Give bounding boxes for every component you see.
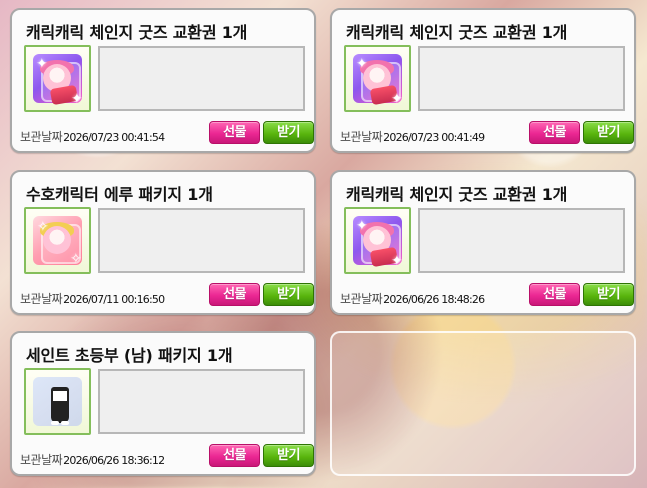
item-thumbnail[interactable]: ✦ ✦ bbox=[344, 45, 411, 112]
card-title: 수호캐릭터 에루 패키지 1개 bbox=[26, 185, 213, 204]
school-uniform-package-icon bbox=[33, 377, 82, 426]
item-description-box bbox=[98, 369, 305, 434]
stored-date-value: 2026/07/23 00:41:49 bbox=[383, 131, 485, 144]
receive-button[interactable]: 받기 bbox=[263, 121, 314, 144]
card-title: 세인트 초등부 (남) 패키지 1개 bbox=[26, 346, 233, 365]
receive-button[interactable]: 받기 bbox=[263, 444, 314, 467]
gift-button[interactable]: 선물 bbox=[209, 283, 260, 306]
stored-date: 보관날짜2026/06/26 18:48:26 bbox=[340, 288, 485, 307]
card-title: 캐릭캐릭 체인지 굿즈 교환권 1개 bbox=[26, 23, 248, 42]
receive-button[interactable]: 받기 bbox=[583, 283, 634, 306]
character-card-icon: ✦ ✦ bbox=[353, 216, 403, 268]
stored-date: 보관날짜2026/06/26 18:36:12 bbox=[20, 449, 165, 468]
receive-button[interactable]: 받기 bbox=[583, 121, 634, 144]
item-thumbnail[interactable]: ✦ ✦ bbox=[344, 207, 411, 274]
inventory-card-4: 캐릭캐릭 체인지 굿즈 교환권 1개 ✦ ✦ 보관날짜2026/06/26 18… bbox=[330, 170, 636, 315]
stored-date-label: 보관날짜 bbox=[340, 130, 383, 144]
gift-button[interactable]: 선물 bbox=[529, 283, 580, 306]
stored-date-label: 보관날짜 bbox=[20, 453, 63, 467]
character-card-icon: ✦ ✦ bbox=[353, 54, 403, 106]
item-description-box bbox=[418, 208, 625, 273]
inventory-card-5: 세인트 초등부 (남) 패키지 1개 보관날짜2026/06/26 18:36:… bbox=[10, 331, 316, 476]
stored-date-value: 2026/07/23 00:41:54 bbox=[63, 131, 165, 144]
stored-date-value: 2026/06/26 18:48:26 bbox=[383, 293, 485, 306]
stored-date-value: 2026/06/26 18:36:12 bbox=[63, 454, 165, 467]
gift-button[interactable]: 선물 bbox=[209, 444, 260, 467]
stored-date: 보관날짜2026/07/23 00:41:49 bbox=[340, 126, 485, 145]
stored-date-label: 보관날짜 bbox=[340, 292, 383, 306]
stored-date-label: 보관날짜 bbox=[20, 130, 63, 144]
inventory-card-2: 캐릭캐릭 체인지 굿즈 교환권 1개 ✦ ✦ 보관날짜2026/07/23 00… bbox=[330, 8, 636, 153]
receive-button[interactable]: 받기 bbox=[263, 283, 314, 306]
item-thumbnail[interactable] bbox=[24, 368, 91, 435]
stored-date-label: 보관날짜 bbox=[20, 292, 63, 306]
item-description-box bbox=[418, 46, 625, 111]
inventory-card-3: 수호캐릭터 에루 패키지 1개 ✧ ✧ 보관날짜2026/07/11 00:16… bbox=[10, 170, 316, 315]
item-description-box bbox=[98, 46, 305, 111]
stored-date: 보관날짜2026/07/23 00:41:54 bbox=[20, 126, 165, 145]
card-title: 캐릭캐릭 체인지 굿즈 교환권 1개 bbox=[346, 185, 568, 204]
gift-button[interactable]: 선물 bbox=[209, 121, 260, 144]
item-thumbnail[interactable]: ✦ ✦ bbox=[24, 45, 91, 112]
guardian-character-package-icon: ✧ ✧ bbox=[33, 216, 82, 266]
item-thumbnail[interactable]: ✧ ✧ bbox=[24, 207, 91, 274]
item-description-box bbox=[98, 208, 305, 273]
empty-inventory-slot bbox=[330, 331, 636, 476]
inventory-card-1: 캐릭캐릭 체인지 굿즈 교환권 1개 ✦ ✦ 보관날짜2026/07/23 00… bbox=[10, 8, 316, 153]
stored-date-value: 2026/07/11 00:16:50 bbox=[63, 293, 165, 306]
character-card-icon: ✦ ✦ bbox=[33, 54, 83, 106]
card-title: 캐릭캐릭 체인지 굿즈 교환권 1개 bbox=[346, 23, 568, 42]
gift-button[interactable]: 선물 bbox=[529, 121, 580, 144]
stored-date: 보관날짜2026/07/11 00:16:50 bbox=[20, 288, 165, 307]
